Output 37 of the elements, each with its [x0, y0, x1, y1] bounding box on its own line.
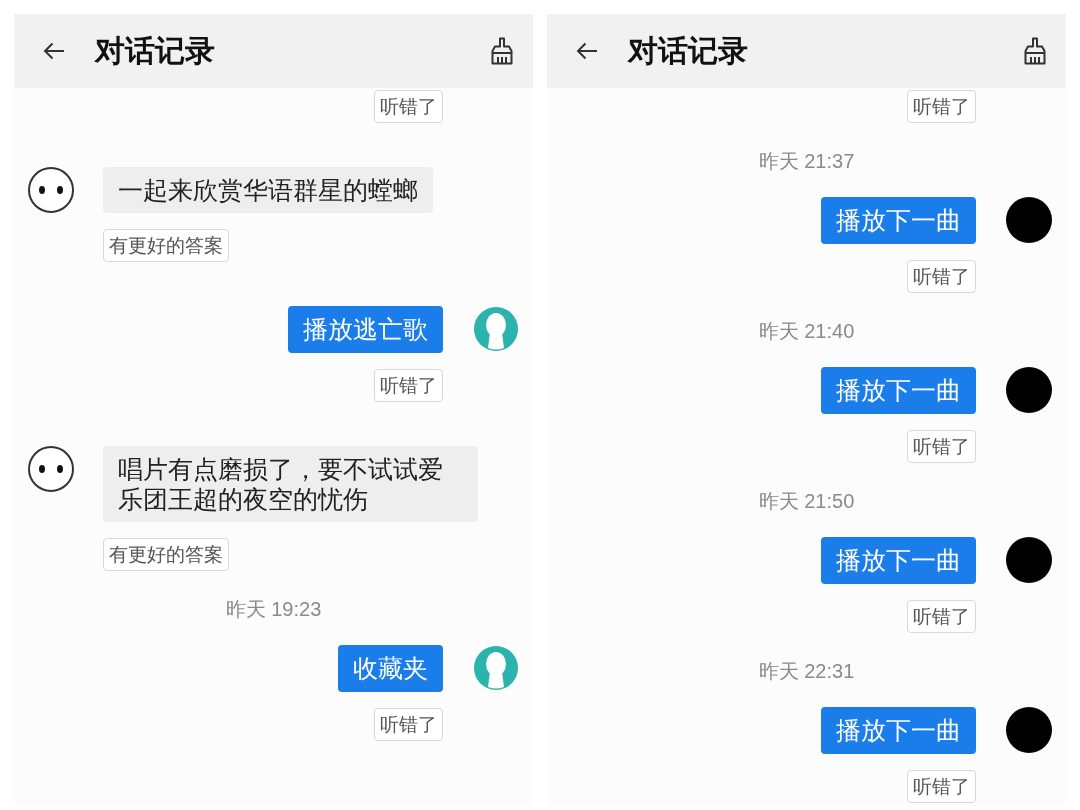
timestamp: 昨天 19:23 [225, 598, 322, 620]
message-bubble: 一起来欣赏华语群星的螳螂 [103, 167, 433, 213]
avatar-icon [1006, 707, 1052, 753]
broom-icon[interactable] [490, 37, 514, 65]
feedback-button[interactable]: 有更好的答案 [103, 229, 229, 262]
page-title: 对话记录 [95, 32, 216, 69]
back-icon[interactable] [43, 42, 65, 60]
face-avatar-icon [28, 167, 74, 213]
message-bubble: 唱片有点磨损了，要不试试爱乐团王超的夜空的忧伤 [103, 446, 478, 522]
person-avatar-icon [473, 645, 519, 691]
back-icon[interactable] [576, 42, 598, 60]
message-bubble: 播放逃亡歌 [288, 306, 443, 353]
timestamp: 昨天 21:40 [758, 320, 855, 342]
feedback-button[interactable]: 听错了 [374, 708, 443, 741]
message-bubble: 播放下一曲 [821, 367, 976, 414]
feedback-button[interactable]: 听错了 [374, 90, 443, 123]
timestamp: 昨天 21:50 [758, 490, 855, 512]
person-avatar-icon [473, 306, 519, 352]
message-bubble: 收藏夹 [338, 645, 443, 692]
feedback-button[interactable]: 听错了 [907, 260, 976, 293]
avatar-icon [1006, 197, 1052, 243]
feedback-button[interactable]: 听错了 [907, 90, 976, 123]
avatar-icon [1006, 367, 1052, 413]
face-avatar-icon [28, 446, 74, 492]
page-title: 对话记录 [628, 32, 749, 69]
avatar-icon [1006, 537, 1052, 583]
message-bubble: 播放下一曲 [821, 707, 976, 754]
timestamp: 昨天 21:37 [758, 150, 855, 172]
feedback-button[interactable]: 听错了 [374, 369, 443, 402]
feedback-button[interactable]: 听错了 [907, 430, 976, 463]
broom-icon[interactable] [1023, 37, 1047, 65]
feedback-button[interactable]: 听错了 [907, 600, 976, 633]
timestamp: 昨天 22:31 [758, 660, 855, 682]
feedback-button[interactable]: 有更好的答案 [103, 538, 229, 571]
feedback-button[interactable]: 听错了 [907, 770, 976, 803]
message-bubble: 播放下一曲 [821, 197, 976, 244]
message-bubble: 播放下一曲 [821, 537, 976, 584]
